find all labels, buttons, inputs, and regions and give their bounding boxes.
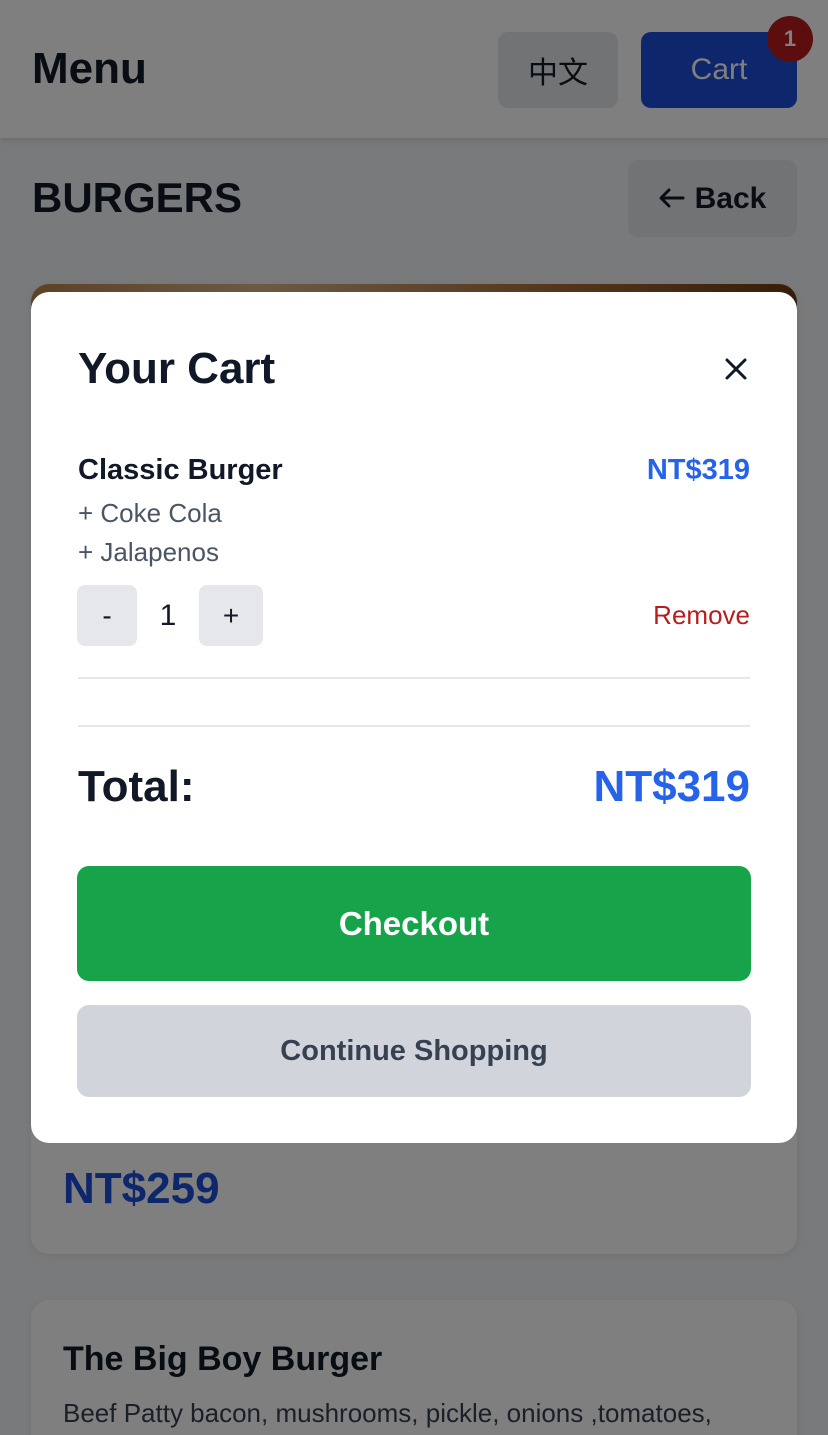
remove-item-link[interactable]: Remove xyxy=(653,600,750,631)
total-value: NT$319 xyxy=(593,762,750,811)
close-icon xyxy=(724,357,748,386)
modal-title: Your Cart xyxy=(78,344,276,393)
cart-modal: Your Cart Classic Burger NT$319 + Coke C… xyxy=(31,292,797,1143)
divider xyxy=(78,725,750,727)
cart-item-addon: + Coke Cola xyxy=(78,498,222,528)
cart-item-addon: + Jalapenos xyxy=(78,537,219,567)
continue-shopping-button[interactable]: Continue Shopping xyxy=(77,1005,751,1097)
quantity-value: 1 xyxy=(159,598,177,632)
close-button[interactable] xyxy=(717,352,755,390)
total-label: Total: xyxy=(78,762,195,811)
decrease-quantity-button[interactable]: - xyxy=(77,585,137,646)
increase-quantity-button[interactable]: + xyxy=(199,585,263,646)
checkout-button[interactable]: Checkout xyxy=(77,866,751,981)
cart-item-name: Classic Burger xyxy=(78,454,283,486)
cart-item-price: NT$319 xyxy=(646,454,750,486)
divider xyxy=(78,677,750,679)
